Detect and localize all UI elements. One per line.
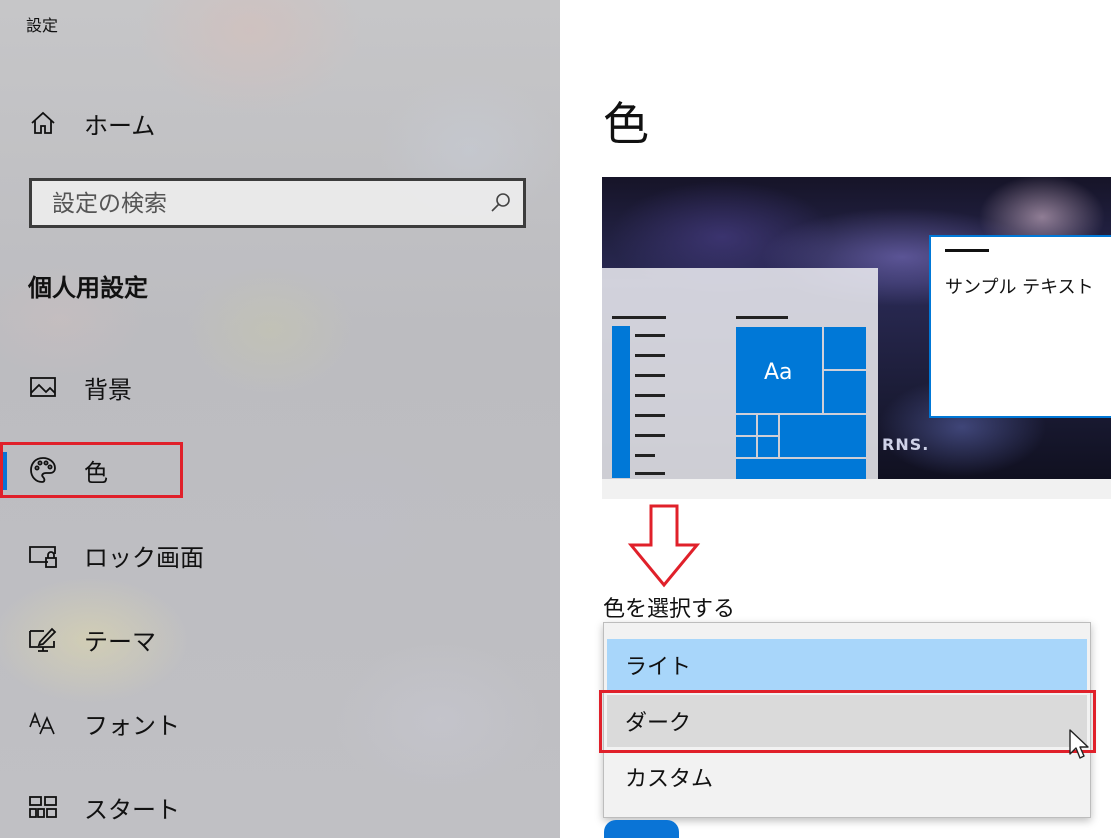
mouse-cursor-icon: [1069, 729, 1089, 759]
lock-screen-icon: [28, 540, 58, 570]
wallpaper-text: RNS.: [882, 435, 930, 454]
app-title: 設定: [26, 16, 59, 35]
preview-line: [635, 354, 665, 357]
sample-window-titlebar: [945, 249, 989, 252]
preview-line: [736, 316, 788, 319]
dropdown-option-custom-label: カスタム: [625, 767, 714, 792]
tile-mini: [758, 415, 778, 435]
nav-home-label: ホーム: [84, 111, 156, 140]
dropdown-option-light-label: ライト: [625, 655, 692, 680]
page-title: 色: [603, 97, 649, 151]
font-icon: [28, 708, 58, 738]
tile-small: [824, 371, 866, 413]
nav-font-label: フォント: [84, 711, 180, 740]
nav-home[interactable]: ホーム: [0, 95, 560, 151]
annotation-highlight-dark: [599, 690, 1096, 753]
sidebar: 設定 ホーム 個人用設定 背景: [0, 0, 560, 838]
preview-line: [635, 374, 665, 377]
home-icon: [28, 108, 58, 138]
nav-font[interactable]: フォント: [0, 695, 560, 751]
preview-line: [612, 316, 666, 319]
app-list-strip: [612, 326, 630, 478]
down-arrow-annotation: [627, 504, 701, 588]
nav-lock-screen-label: ロック画面: [84, 543, 204, 572]
preview-line: [635, 434, 665, 437]
nav-start[interactable]: スタート: [0, 779, 560, 835]
nav-background[interactable]: 背景: [0, 359, 560, 415]
choose-color-label: 色を選択する: [603, 597, 736, 622]
nav-theme[interactable]: テーマ: [0, 611, 560, 667]
nav-theme-label: テーマ: [84, 627, 156, 656]
theme-icon: [28, 624, 58, 654]
nav-lock-screen[interactable]: ロック画面: [0, 527, 560, 583]
preview-line: [635, 414, 665, 417]
search-box[interactable]: [29, 178, 526, 228]
preview-line: [635, 394, 665, 397]
preview-line: [635, 334, 665, 337]
preview-line: [635, 454, 655, 457]
search-input[interactable]: [32, 181, 494, 227]
start-menu-preview: Aa: [602, 268, 878, 479]
nav-background-label: 背景: [84, 375, 132, 404]
tile-small: [824, 327, 866, 369]
tile-wide: [736, 459, 866, 479]
dropdown-option-light[interactable]: ライト: [607, 639, 1087, 691]
tile-text: Aa: [764, 360, 793, 385]
preview-line: [635, 472, 665, 475]
start-icon: [28, 792, 58, 822]
tile-mini: [736, 437, 756, 457]
tile-mini: [736, 415, 756, 435]
nav-start-label: スタート: [84, 795, 180, 824]
search-icon[interactable]: [489, 191, 513, 215]
image-icon: [28, 372, 58, 402]
section-heading: 個人用設定: [28, 274, 148, 302]
sample-window: サンプル テキスト: [929, 235, 1111, 418]
dropdown-option-custom[interactable]: カスタム: [607, 751, 1087, 803]
tile-mini: [758, 437, 778, 457]
tile-wide: [780, 415, 866, 457]
annotation-highlight-color: [0, 442, 183, 498]
theme-preview: RNS. Aa サンプル テキスト: [602, 177, 1111, 499]
toggle-switch[interactable]: [604, 820, 679, 838]
sample-text: サンプル テキスト: [945, 277, 1094, 298]
